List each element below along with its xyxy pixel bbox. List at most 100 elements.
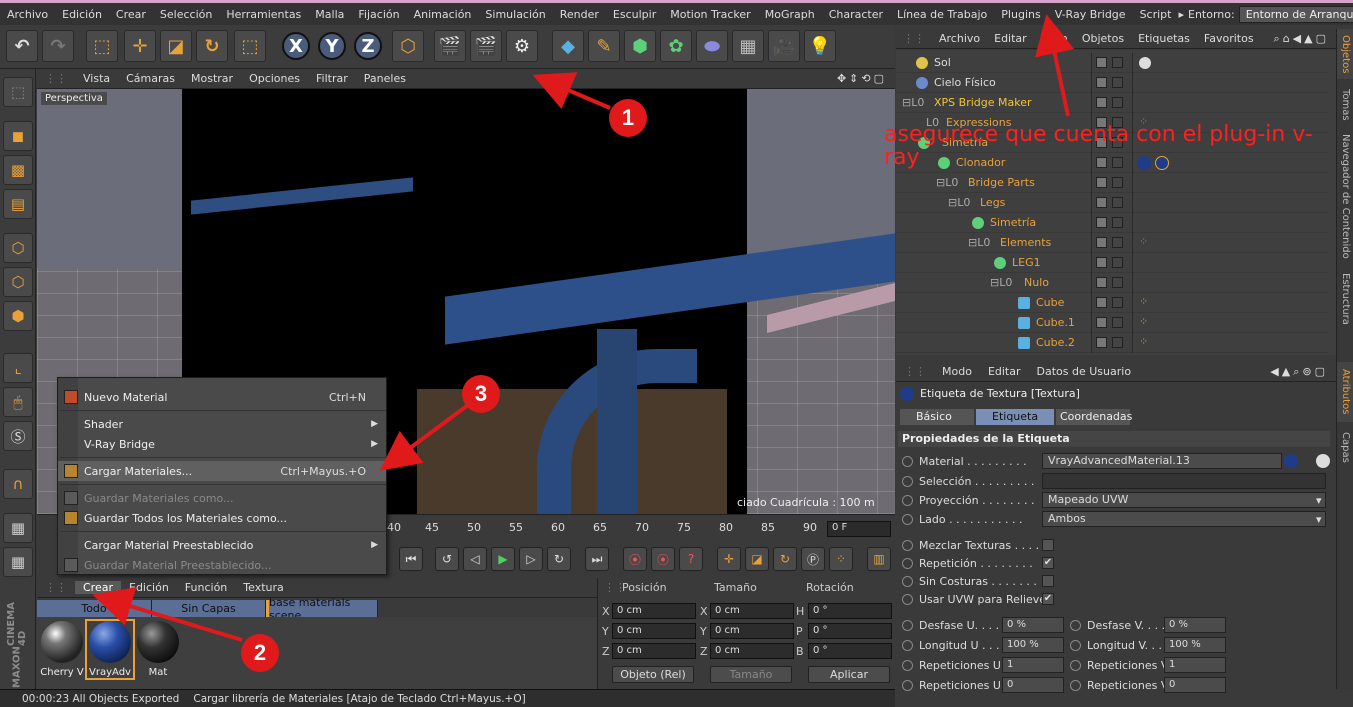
go-to-start-icon[interactable]: ⏮	[399, 547, 423, 571]
material-link-field[interactable]: VrayAdvancedMaterial.13	[1042, 453, 1282, 469]
object-flags[interactable]	[1091, 192, 1131, 213]
menu-crear[interactable]: Crear	[109, 8, 153, 21]
axis-mode-icon[interactable]: ⌞	[3, 353, 33, 383]
menu-herramientas[interactable]: Herramientas	[219, 8, 308, 21]
selection-field[interactable]	[1042, 473, 1326, 489]
coord-mode-dropdown[interactable]: Objeto (Rel)	[612, 666, 694, 683]
viewport-menu-mostrar[interactable]: Mostrar	[183, 72, 241, 85]
viewport-menu-opciones[interactable]: Opciones	[241, 72, 308, 85]
key-rotation-icon[interactable]: ↻	[773, 547, 797, 571]
position-z-field[interactable]: 0 cm	[612, 643, 696, 659]
z-axis-toggle[interactable]: Z	[354, 32, 382, 60]
subdivision-icon[interactable]: ⬢	[624, 30, 656, 62]
animate-dot-icon[interactable]	[1070, 659, 1081, 671]
om-navigation-icons[interactable]: ⌕⌂◀▲▢	[1267, 32, 1336, 46]
viewport-menu-camaras[interactable]: Cámaras	[118, 72, 183, 85]
tree-row[interactable]: Cube.1 ⁘	[896, 312, 1328, 333]
length-v-field[interactable]: 100 %	[1164, 637, 1226, 653]
y-axis-toggle[interactable]: Y	[318, 32, 346, 60]
object-tags[interactable]: ⁘	[1132, 312, 1328, 333]
redo-icon[interactable]: ↷	[42, 30, 74, 62]
floor-icon[interactable]: ▦	[732, 30, 764, 62]
object-tags[interactable]: ⁘	[1132, 232, 1328, 253]
material-item[interactable]: Mat	[135, 621, 181, 678]
coordinate-system-icon[interactable]: ⬡	[392, 30, 424, 62]
scale-tool-icon[interactable]: ◪	[160, 30, 192, 62]
side-tab-navegador[interactable]: Navegador de Contenido	[1337, 129, 1353, 263]
material-menu-textura[interactable]: Textura	[235, 581, 291, 594]
animate-dot-icon[interactable]	[902, 475, 913, 487]
position-x-field[interactable]: 0 cm	[612, 603, 696, 619]
object-tags[interactable]	[1132, 272, 1328, 293]
tile-checkbox[interactable]: ✔	[1042, 557, 1054, 569]
tiles-v-field[interactable]: 1	[1164, 657, 1226, 673]
object-tags[interactable]: ⁘	[1132, 292, 1328, 313]
object-flags[interactable]	[1091, 312, 1131, 333]
make-editable-icon[interactable]: ⬚	[3, 77, 33, 107]
animate-dot-icon[interactable]	[902, 593, 913, 605]
am-menu-datos-usuario[interactable]: Datos de Usuario	[1029, 365, 1140, 378]
object-tags[interactable]	[1132, 212, 1328, 233]
record-icon[interactable]: ⦿	[623, 547, 647, 571]
size-mode-dropdown[interactable]: Tamaño	[710, 666, 792, 683]
key-scale-icon[interactable]: ◪	[745, 547, 769, 571]
animate-dot-icon[interactable]	[902, 619, 913, 631]
camera-icon[interactable]: 🎥	[768, 30, 800, 62]
material-item[interactable]: Cherry V	[39, 621, 85, 678]
pick-icon[interactable]	[1316, 454, 1330, 468]
viewport-menu-filtrar[interactable]: Filtrar	[308, 72, 356, 85]
rotation-p-field[interactable]: 0 °	[808, 623, 892, 639]
tweak-mode-icon[interactable]: 🖱	[3, 387, 33, 417]
move-tool-icon[interactable]: ✛	[124, 30, 156, 62]
animate-dot-icon[interactable]	[902, 679, 913, 691]
menu-esculpir[interactable]: Esculpir	[606, 8, 663, 21]
object-flags[interactable]	[1091, 292, 1131, 313]
rotation-b-field[interactable]: 0 °	[808, 643, 892, 659]
object-flags[interactable]	[1091, 52, 1131, 73]
object-flags[interactable]	[1091, 252, 1131, 273]
menu-fijacion[interactable]: Fijación	[351, 8, 406, 21]
tab-todo[interactable]: Todo	[37, 600, 152, 617]
mograph-cloner-icon[interactable]: ✿	[660, 30, 692, 62]
key-position-icon[interactable]: ✛	[717, 547, 741, 571]
pen-tool-icon[interactable]: ✎	[588, 30, 620, 62]
rotation-h-field[interactable]: 0 °	[808, 603, 892, 619]
menu-plugins[interactable]: Plugins	[994, 8, 1047, 21]
prev-frame-icon[interactable]: ◁	[463, 547, 487, 571]
object-flags[interactable]	[1091, 332, 1131, 353]
edges-mode-icon[interactable]: ⬡	[3, 267, 33, 297]
animate-dot-icon[interactable]	[902, 513, 913, 525]
animate-dot-icon[interactable]	[902, 639, 913, 651]
menu-seleccion[interactable]: Selección	[153, 8, 219, 21]
select-tool-icon[interactable]: ⬚	[86, 30, 118, 62]
menu-linea-de-trabajo[interactable]: Línea de Trabajo	[890, 8, 994, 21]
viewport-navigation-icons[interactable]: ✥⇕⟲▢	[829, 72, 895, 85]
tree-row[interactable]: ⊟L0 XPS Bridge Maker	[896, 92, 1328, 113]
next-frame-icon[interactable]: ▷	[519, 547, 543, 571]
menu-malla[interactable]: Malla	[308, 8, 351, 21]
animate-dot-icon[interactable]	[902, 494, 913, 506]
viewport-menu-vista[interactable]: Vista	[75, 72, 118, 85]
menu-script[interactable]: Script	[1133, 8, 1179, 21]
object-flags[interactable]	[1091, 232, 1131, 253]
animate-dot-icon[interactable]	[902, 575, 913, 587]
object-tags[interactable]	[1132, 92, 1328, 113]
environment-dropdown[interactable]: Entorno de Arranque▾	[1238, 5, 1353, 23]
tree-row[interactable]: ⊟L0 Legs	[896, 192, 1328, 213]
object-flags[interactable]	[1091, 172, 1131, 193]
projection-dropdown[interactable]: Mapeado UVW	[1042, 492, 1326, 508]
prev-key-icon[interactable]: ↺	[435, 547, 459, 571]
menu-character[interactable]: Character	[822, 8, 890, 21]
menu-item-guardar-materiales[interactable]: Guardar Materiales como...	[58, 488, 386, 508]
seamless-checkbox[interactable]	[1042, 575, 1054, 587]
end-frame-field[interactable]: 0 F	[827, 521, 891, 537]
autokey-icon[interactable]: ⦿	[651, 547, 675, 571]
render-view-icon[interactable]: 🎬	[434, 30, 466, 62]
object-flags[interactable]	[1091, 272, 1131, 293]
cube-primitive-icon[interactable]: ◆	[552, 30, 584, 62]
position-y-field[interactable]: 0 cm	[612, 623, 696, 639]
menu-mograph[interactable]: MoGraph	[758, 8, 822, 21]
menu-item-nuevo-material[interactable]: Nuevo Material Ctrl+N	[58, 387, 386, 407]
menu-item-guardar-todos[interactable]: Guardar Todos los Materiales como...	[58, 508, 386, 528]
menu-archivo[interactable]: Archivo	[0, 8, 55, 21]
